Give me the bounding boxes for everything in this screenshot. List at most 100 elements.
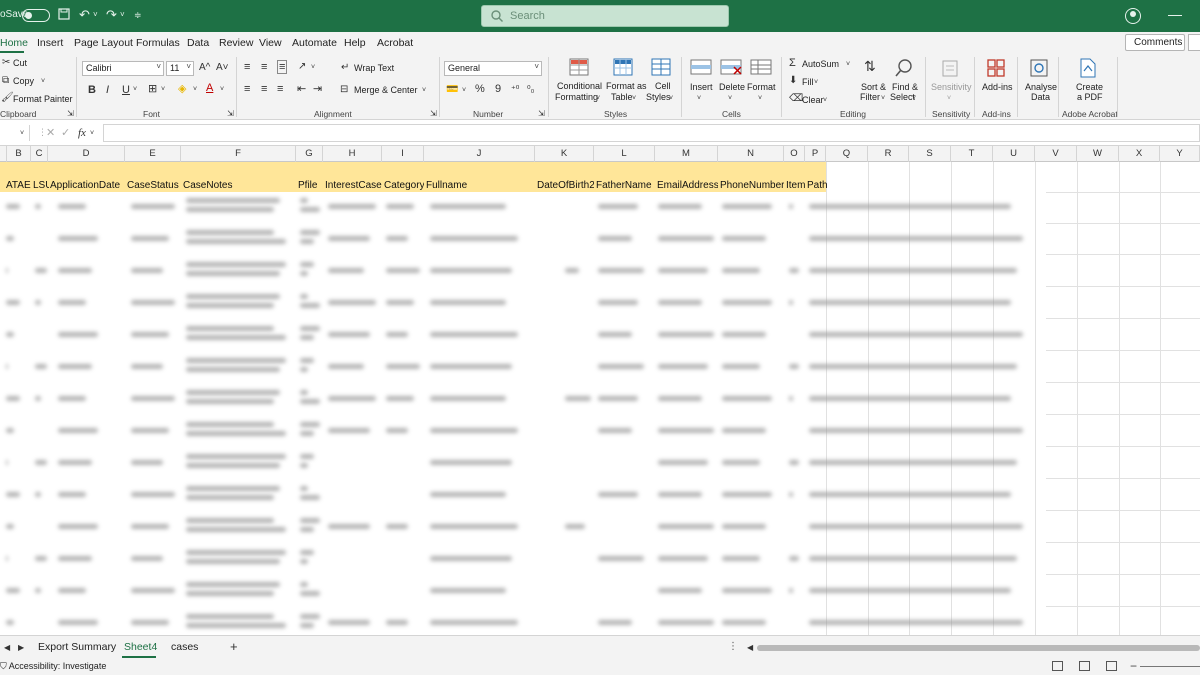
- cell-styles-button[interactable]: Cell: [655, 81, 671, 91]
- autosave-toggle[interactable]: [22, 9, 50, 22]
- conditional-formatting-button[interactable]: Conditional: [557, 81, 602, 91]
- header-lsu[interactable]: LSU: [31, 162, 49, 192]
- currency-icon[interactable]: 💳: [446, 84, 458, 96]
- borders-icon[interactable]: ⊞: [148, 83, 157, 95]
- column-header-m[interactable]: M: [655, 146, 718, 162]
- header-case-notes[interactable]: CaseNotes: [181, 162, 296, 192]
- header-father-name[interactable]: FatherName: [594, 162, 655, 192]
- tab-acrobat[interactable]: Acrobat: [377, 37, 413, 49]
- worksheet-grid[interactable]: B C D E F G H I J K L M N O P Q R S T U …: [0, 146, 1200, 635]
- more-icon[interactable]: ⋮: [728, 641, 738, 652]
- italic-button[interactable]: I: [106, 84, 109, 96]
- comma-button[interactable]: 9: [495, 83, 501, 95]
- tab-data[interactable]: Data: [187, 37, 209, 49]
- header-date-of-birth[interactable]: DateOfBirth2: [535, 162, 594, 192]
- bold-button[interactable]: B: [88, 84, 96, 96]
- align-left-icon[interactable]: ≡: [244, 83, 250, 95]
- table-row[interactable]: [0, 512, 1046, 543]
- page-break-view-icon[interactable]: [1106, 661, 1117, 671]
- underline-dropdown-icon[interactable]: ˅: [133, 84, 137, 96]
- column-header-i[interactable]: I: [382, 146, 424, 162]
- column-header-e[interactable]: E: [125, 146, 181, 162]
- column-header-l[interactable]: L: [594, 146, 655, 162]
- cut-button[interactable]: Cut: [13, 58, 27, 68]
- normal-view-icon[interactable]: [1052, 661, 1063, 671]
- tab-page-layout[interactable]: Page Layout: [74, 37, 133, 49]
- middle-align-icon[interactable]: ≡: [261, 61, 267, 73]
- page-layout-view-icon[interactable]: [1079, 661, 1090, 671]
- enter-icon[interactable]: ✓: [61, 127, 70, 139]
- table-row[interactable]: [0, 288, 1046, 319]
- tab-help[interactable]: Help: [344, 37, 366, 49]
- delete-button[interactable]: Delete: [719, 82, 745, 92]
- avatar[interactable]: [1125, 8, 1141, 24]
- header-item[interactable]: Item: [784, 162, 805, 192]
- scrollbar-thumb[interactable]: [757, 645, 1200, 651]
- column-header-n[interactable]: N: [718, 146, 784, 162]
- shrink-font-icon[interactable]: A˅: [216, 62, 229, 74]
- column-header-c[interactable]: C: [31, 146, 48, 162]
- column-header-v[interactable]: V: [1035, 146, 1077, 162]
- merge-center-button[interactable]: Merge & Center: [354, 85, 418, 95]
- cancel-icon[interactable]: ✕: [46, 127, 55, 139]
- column-header-h[interactable]: H: [323, 146, 382, 162]
- redo-dropdown-icon[interactable]: ˅: [120, 8, 125, 22]
- find-select-button[interactable]: Find &: [892, 82, 918, 92]
- copy-dropdown-icon[interactable]: ˅: [41, 76, 45, 88]
- insert-function-icon[interactable]: fx: [78, 127, 86, 139]
- tab-automate[interactable]: Automate: [292, 37, 337, 49]
- column-header-w[interactable]: W: [1077, 146, 1119, 162]
- header-case-status[interactable]: CaseStatus: [125, 162, 181, 192]
- add-sheet-icon[interactable]: +: [230, 639, 238, 654]
- table-row[interactable]: [0, 256, 1046, 287]
- copy-button[interactable]: Copy: [13, 76, 34, 86]
- alignment-launcher-icon[interactable]: ⇲: [430, 108, 437, 120]
- add-ins-button[interactable]: Add-ins: [982, 82, 1013, 92]
- orientation-icon[interactable]: ↗: [298, 61, 306, 73]
- column-header-r[interactable]: R: [868, 146, 909, 162]
- header-category[interactable]: Category: [382, 162, 424, 192]
- header-pfile[interactable]: Pfile: [296, 162, 323, 192]
- number-format-dropdown[interactable]: General ˅: [444, 61, 542, 76]
- table-row[interactable]: [0, 544, 1046, 575]
- clipboard-launcher-icon[interactable]: ⇲: [67, 108, 74, 120]
- undo-icon[interactable]: ↶: [79, 8, 90, 22]
- table-row[interactable]: [0, 224, 1046, 255]
- grow-font-icon[interactable]: A^: [199, 62, 210, 74]
- insert-button[interactable]: Insert: [690, 82, 713, 92]
- search-box[interactable]: Search: [481, 5, 729, 27]
- sheet-tab-sheet4[interactable]: Sheet4: [124, 641, 157, 653]
- redo-icon[interactable]: ↷: [106, 8, 117, 22]
- clear-button[interactable]: Clear: [802, 95, 824, 105]
- column-header-k[interactable]: K: [535, 146, 594, 162]
- comments-button[interactable]: Comments: [1125, 34, 1185, 51]
- analyse-data-button[interactable]: Analyse: [1025, 82, 1057, 92]
- scroll-left-arrow-icon[interactable]: ◀: [747, 642, 753, 654]
- font-size-dropdown[interactable]: 11 ˅: [166, 61, 194, 76]
- column-header-u[interactable]: U: [993, 146, 1035, 162]
- table-row[interactable]: [0, 576, 1046, 607]
- name-box[interactable]: ˅: [0, 125, 30, 141]
- format-painter-button[interactable]: Format Painter: [13, 94, 73, 104]
- undo-dropdown-icon[interactable]: ˅: [93, 8, 98, 22]
- font-color-icon[interactable]: A: [206, 82, 213, 94]
- font-name-dropdown[interactable]: Calibri ˅: [82, 61, 164, 76]
- scroll-left-icon[interactable]: ◀: [4, 642, 10, 654]
- decrease-indent-icon[interactable]: ⇤: [297, 83, 306, 95]
- bottom-align-icon[interactable]: ≡: [277, 60, 288, 74]
- formula-input[interactable]: [103, 124, 1200, 142]
- increase-indent-icon[interactable]: ⇥: [313, 83, 322, 95]
- format-button[interactable]: Format: [747, 82, 776, 92]
- table-row[interactable]: [0, 608, 1046, 635]
- column-header-g[interactable]: G: [296, 146, 323, 162]
- number-launcher-icon[interactable]: ⇲: [538, 108, 545, 120]
- fill-dropdown-icon[interactable]: ˅: [193, 84, 197, 96]
- underline-button[interactable]: U: [122, 84, 130, 96]
- decrease-decimal-icon[interactable]: ⁰₀: [527, 83, 534, 95]
- increase-decimal-icon[interactable]: ⁺⁰: [511, 83, 519, 95]
- column-header-y[interactable]: Y: [1160, 146, 1200, 162]
- horizontal-scrollbar[interactable]: ◀: [747, 642, 1200, 654]
- column-header-o[interactable]: O: [784, 146, 805, 162]
- save-icon[interactable]: [58, 8, 70, 23]
- column-header-q[interactable]: Q: [826, 146, 868, 162]
